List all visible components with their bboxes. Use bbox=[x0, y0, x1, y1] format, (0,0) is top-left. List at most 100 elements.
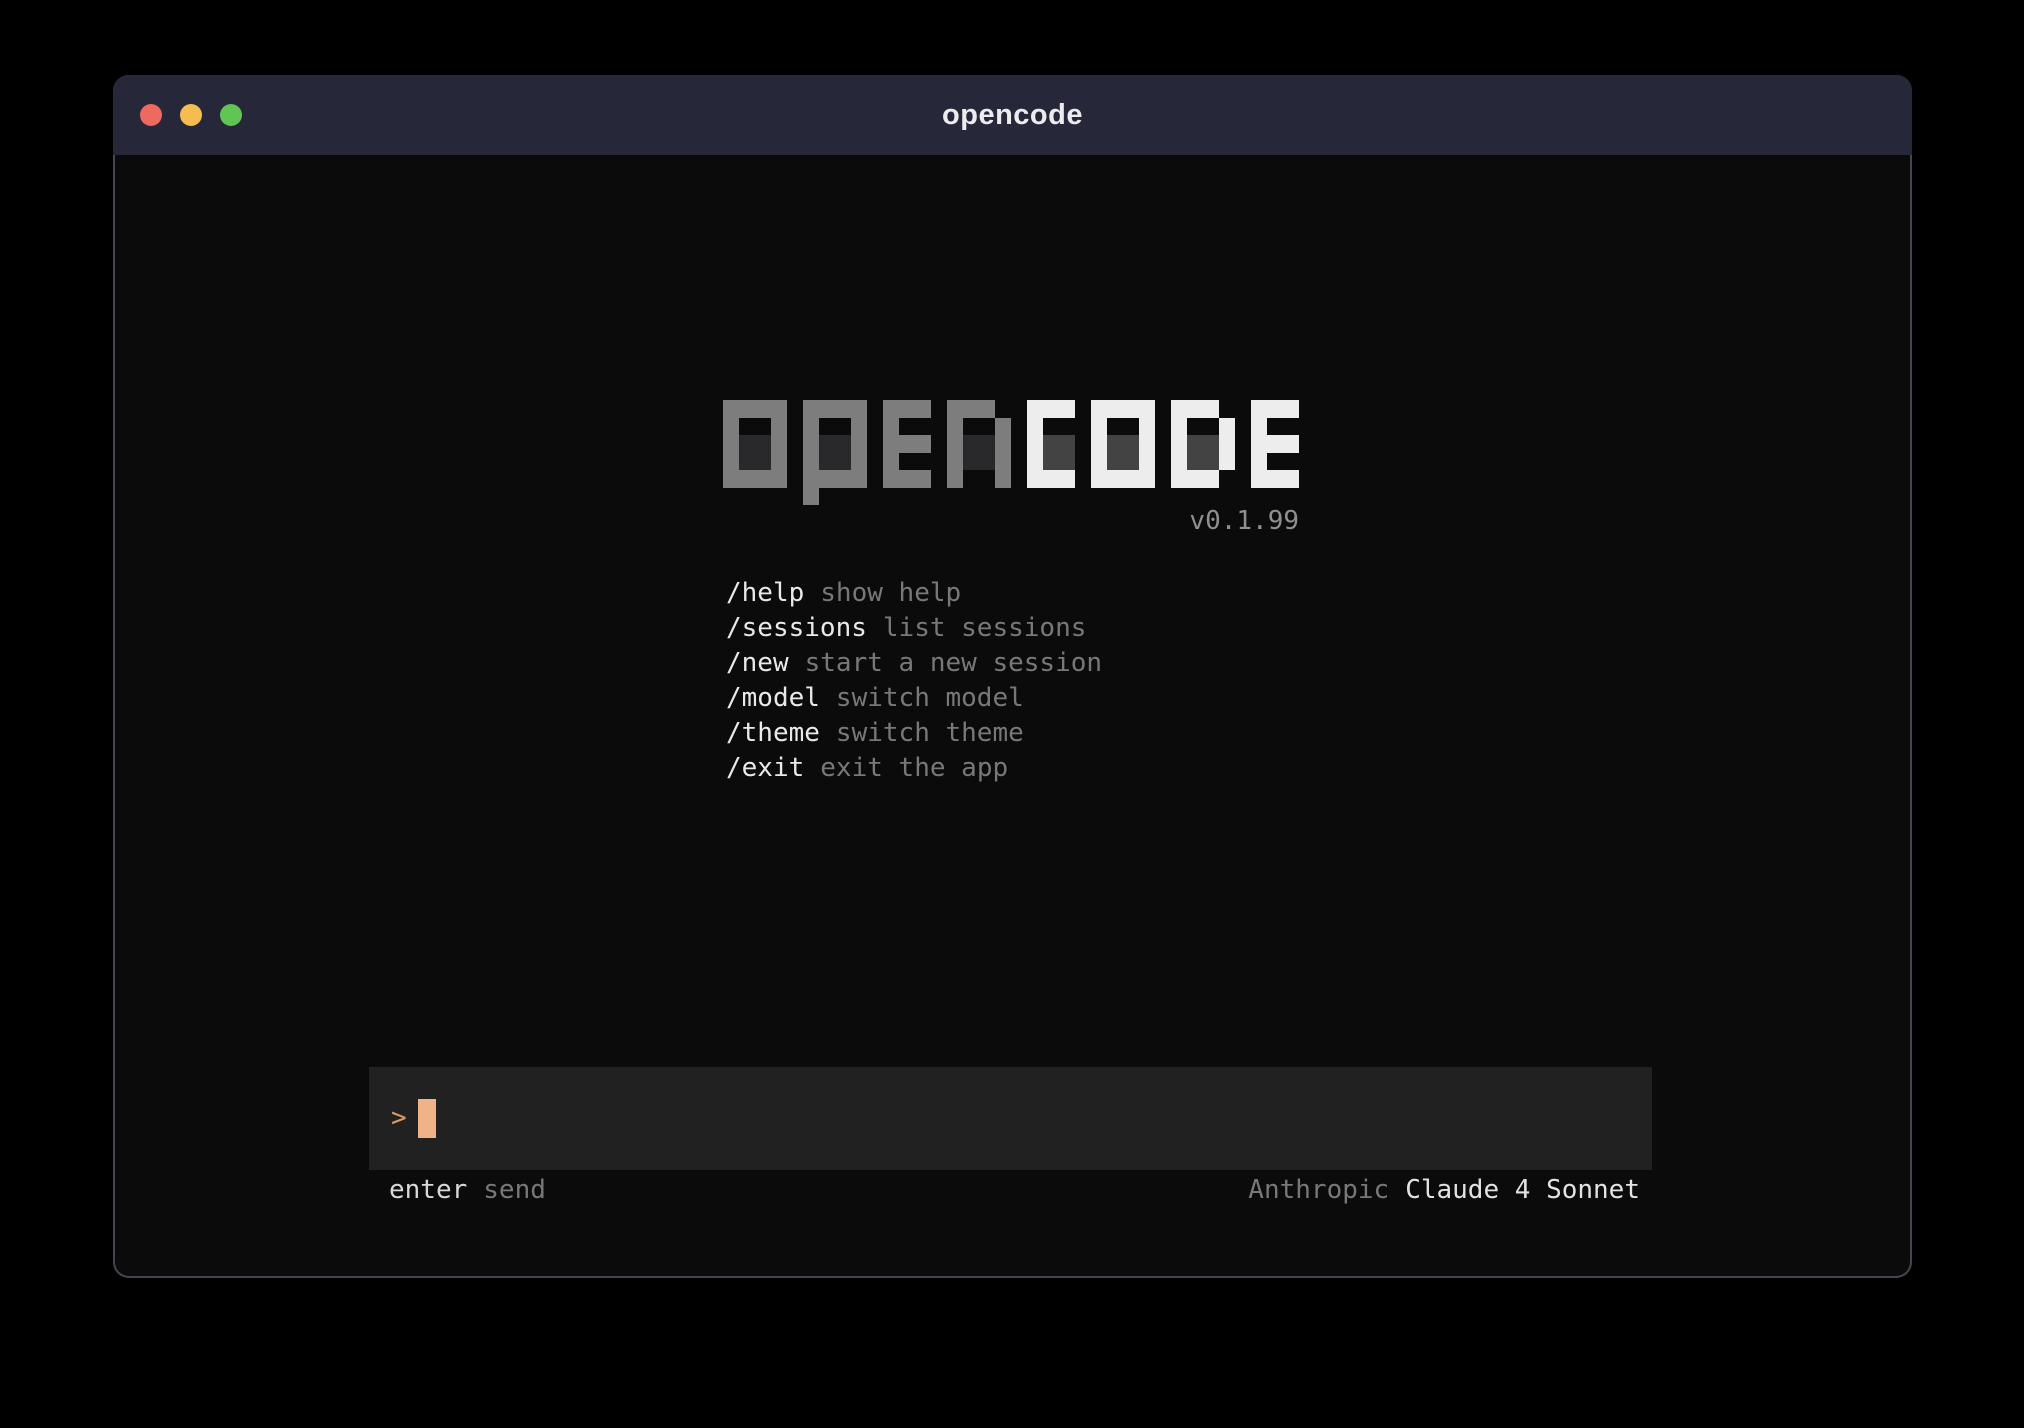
logo-pixel bbox=[883, 418, 899, 435]
logo-pixel bbox=[755, 470, 771, 488]
logo-pixel bbox=[1027, 470, 1043, 488]
logo-pixel bbox=[995, 453, 1011, 470]
logo-pixel bbox=[1139, 453, 1155, 470]
prompt-input[interactable]: > bbox=[369, 1067, 1652, 1170]
logo-pixel bbox=[1187, 453, 1203, 470]
logo-pixel bbox=[1123, 470, 1139, 488]
traffic-lights bbox=[140, 104, 242, 126]
command-item: /model switch model bbox=[726, 681, 1102, 716]
logo-pixel bbox=[899, 400, 915, 418]
logo-pixel bbox=[1027, 453, 1043, 470]
logo-pixel bbox=[851, 470, 867, 488]
logo-pixel bbox=[723, 470, 739, 488]
logo-pixel bbox=[1251, 400, 1267, 418]
logo-pixel bbox=[1043, 470, 1059, 488]
logo-pixel bbox=[1171, 418, 1187, 435]
logo-pixel bbox=[995, 470, 1011, 488]
command-item: /sessionslist sessions bbox=[726, 611, 1102, 646]
logo-pixel bbox=[723, 400, 739, 418]
command-description: list sessions bbox=[883, 613, 1087, 643]
command-description: switch model bbox=[836, 683, 1024, 713]
logo-pixel bbox=[1091, 470, 1107, 488]
logo-pixel bbox=[1267, 470, 1283, 488]
logo-pixel bbox=[739, 453, 755, 470]
command-name: /theme bbox=[726, 718, 820, 748]
logo-pixel bbox=[1251, 470, 1267, 488]
command-list: /helpshow help/sessionslist sessions/new… bbox=[726, 576, 1102, 786]
logo-pixel bbox=[819, 453, 835, 470]
logo-pixel bbox=[1267, 400, 1283, 418]
logo-pixel bbox=[851, 400, 867, 418]
logo-pixel bbox=[963, 435, 979, 453]
logo-pixel bbox=[1123, 400, 1139, 418]
logo-pixel bbox=[771, 400, 787, 418]
logo-pixel bbox=[723, 418, 739, 435]
logo-pixel bbox=[1171, 400, 1187, 418]
logo-pixel bbox=[1171, 470, 1187, 488]
logo-pixel bbox=[1251, 418, 1267, 435]
logo-pixel bbox=[963, 453, 979, 470]
command-item: /helpshow help bbox=[726, 576, 1102, 611]
logo-pixel bbox=[771, 418, 787, 435]
logo-pixel bbox=[1251, 435, 1267, 453]
logo-pixel bbox=[1283, 400, 1299, 418]
version-label: v0.1.99 bbox=[723, 504, 1299, 539]
logo-pixel bbox=[1219, 453, 1235, 470]
model-indicator[interactable]: AnthropicClaude 4 Sonnet bbox=[1248, 1173, 1640, 1208]
logo-pixel bbox=[1091, 453, 1107, 470]
logo-pixel bbox=[1107, 400, 1123, 418]
command-name: /model bbox=[726, 683, 820, 713]
logo-pixel bbox=[803, 453, 819, 470]
logo-pixel bbox=[755, 453, 771, 470]
logo-pixel bbox=[1171, 435, 1187, 453]
logo-pixel bbox=[1043, 453, 1059, 470]
logo-pixel bbox=[947, 400, 963, 418]
opencode-window: opencode v0.1.99 /helpshow help/sessions… bbox=[113, 75, 1912, 1278]
logo-pixel bbox=[995, 418, 1011, 435]
logo-pixel bbox=[803, 470, 819, 488]
logo-pixel bbox=[803, 418, 819, 435]
minimize-button[interactable] bbox=[180, 104, 202, 126]
logo-pixel bbox=[1043, 400, 1059, 418]
logo-pixel bbox=[915, 470, 931, 488]
opencode-logo bbox=[723, 400, 1299, 506]
logo-pixel bbox=[947, 435, 963, 453]
command-description: switch theme bbox=[836, 718, 1024, 748]
status-bar: entersend AnthropicClaude 4 Sonnet bbox=[369, 1173, 1652, 1208]
zoom-button[interactable] bbox=[220, 104, 242, 126]
logo-pixel bbox=[755, 435, 771, 453]
logo-pixel bbox=[1107, 470, 1123, 488]
logo-pixel bbox=[947, 418, 963, 435]
logo-pixel bbox=[1059, 400, 1075, 418]
logo-pixel bbox=[835, 470, 851, 488]
terminal-content: v0.1.99 /helpshow help/sessionslist sess… bbox=[113, 155, 1912, 1278]
logo-pixel bbox=[739, 470, 755, 488]
logo-pixel bbox=[819, 435, 835, 453]
logo-pixel bbox=[1091, 418, 1107, 435]
logo-pixel bbox=[1027, 400, 1043, 418]
logo-pixel bbox=[835, 400, 851, 418]
logo-pixel bbox=[995, 435, 1011, 453]
titlebar[interactable]: opencode bbox=[113, 75, 1912, 155]
logo-pixel bbox=[1043, 435, 1059, 453]
logo-pixel bbox=[739, 400, 755, 418]
logo-pixel bbox=[1059, 435, 1075, 453]
logo-pixel bbox=[1187, 435, 1203, 453]
logo-pixel bbox=[1139, 470, 1155, 488]
logo-pixel bbox=[1139, 435, 1155, 453]
text-cursor bbox=[418, 1099, 436, 1138]
logo-pixel bbox=[883, 470, 899, 488]
logo-pixel bbox=[723, 453, 739, 470]
command-name: /exit bbox=[726, 753, 804, 783]
logo-pixel bbox=[723, 435, 739, 453]
logo-pixel bbox=[1107, 453, 1123, 470]
logo-pixel bbox=[1091, 400, 1107, 418]
logo-pixel bbox=[771, 453, 787, 470]
logo-pixel bbox=[915, 435, 931, 453]
model-name-label: Claude 4 Sonnet bbox=[1405, 1175, 1640, 1205]
close-button[interactable] bbox=[140, 104, 162, 126]
logo-pixel bbox=[803, 488, 819, 505]
logo-pixel bbox=[947, 453, 963, 470]
logo-pixel bbox=[819, 400, 835, 418]
logo-pixel bbox=[1219, 435, 1235, 453]
